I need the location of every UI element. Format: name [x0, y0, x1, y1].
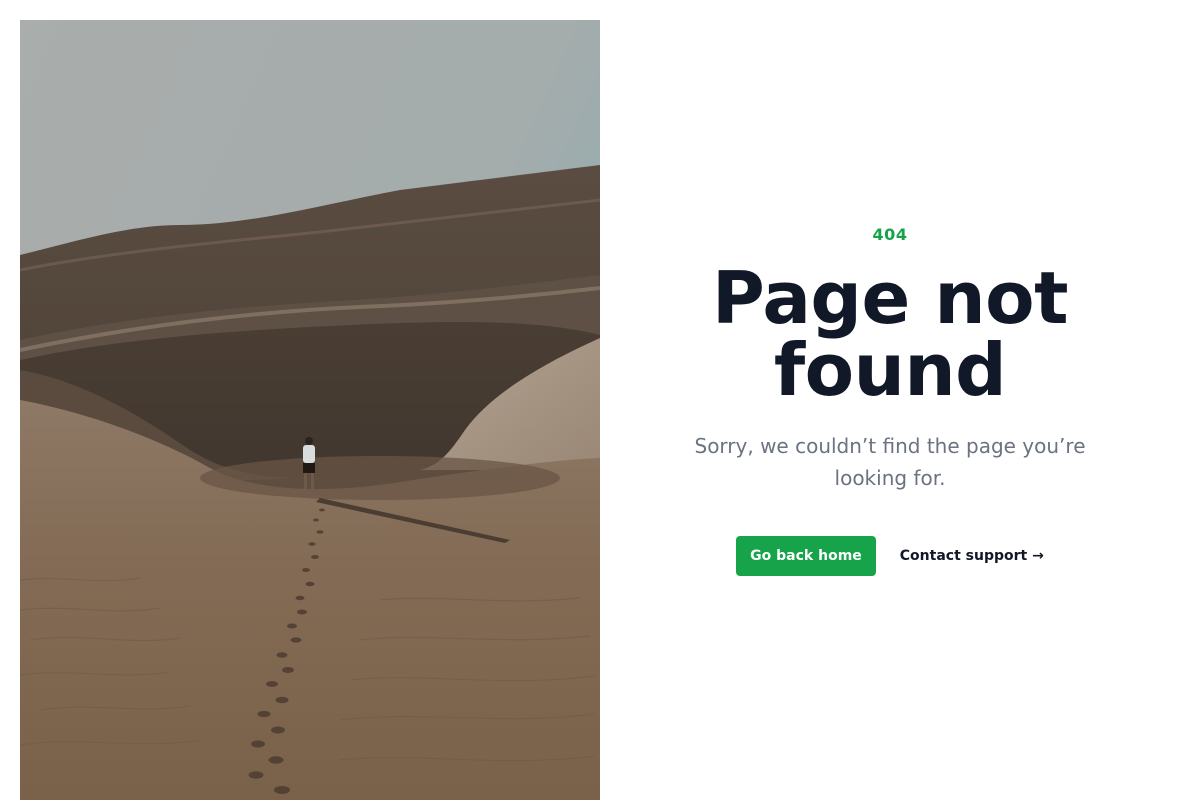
page-title: Page not found: [712, 255, 1069, 412]
error-code: 404: [872, 224, 908, 244]
not-found-page: 404 Page not found Sorry, we couldn’t fi…: [0, 0, 1200, 800]
error-content: 404 Page not found Sorry, we couldn’t fi…: [600, 0, 1180, 800]
go-home-button[interactable]: Go back home: [736, 535, 876, 576]
error-message: Sorry, we couldn’t find the page you’re …: [694, 433, 1086, 490]
actions-row: Go back home Contact support →: [736, 535, 1044, 576]
desert-photo: [20, 20, 600, 800]
contact-support-label: Contact support: [899, 547, 1028, 564]
desert-illustration: [20, 20, 600, 800]
contact-support-link[interactable]: Contact support →: [900, 548, 1044, 564]
arrow-right-icon: →: [1032, 547, 1044, 564]
